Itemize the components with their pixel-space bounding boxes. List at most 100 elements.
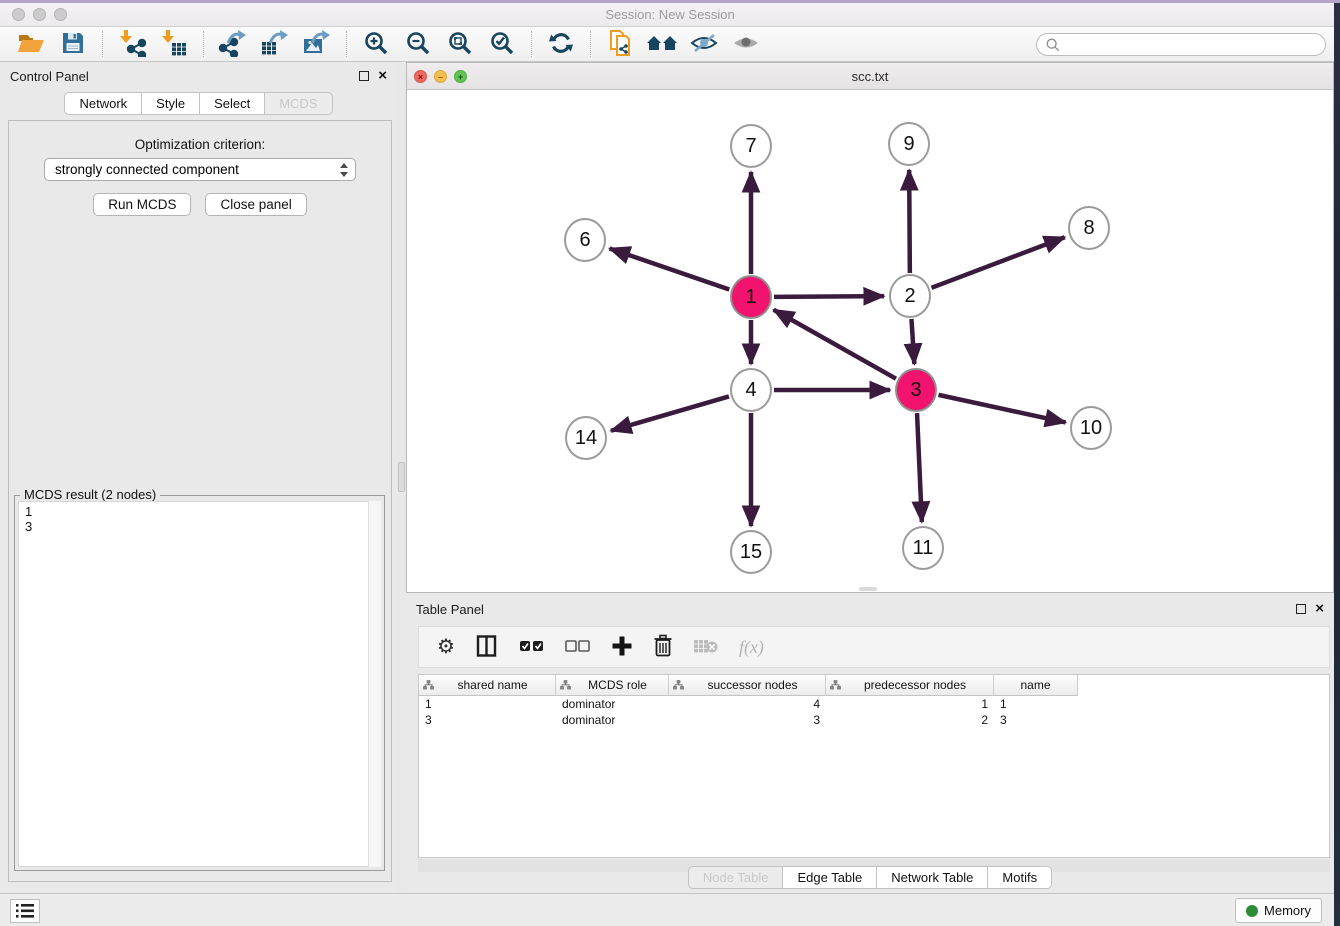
column-header-name[interactable]: name — [994, 675, 1078, 696]
minimize-window-button[interactable] — [33, 8, 46, 21]
graph-node-8[interactable]: 8 — [1068, 206, 1110, 250]
float-panel-icon[interactable] — [359, 71, 369, 81]
select-all-checkboxes-button[interactable] — [519, 632, 545, 662]
graph-node-1[interactable]: 1 — [730, 275, 772, 319]
optimization-criterion-select[interactable]: strongly connected component — [44, 158, 356, 181]
add-row-button[interactable] — [611, 632, 633, 662]
import-network-button[interactable] — [111, 29, 153, 59]
cell-name[interactable]: 3 — [994, 713, 1078, 727]
graph-node-7[interactable]: 7 — [730, 124, 772, 168]
import-table-button[interactable] — [153, 29, 195, 59]
task-history-button[interactable] — [10, 899, 40, 923]
result-scrollbar[interactable] — [368, 501, 381, 867]
tab-motifs[interactable]: Motifs — [988, 866, 1052, 889]
maximize-window-button[interactable] — [54, 8, 67, 21]
cell-MCDS-role[interactable]: dominator — [556, 713, 669, 727]
graph-edge-2-9[interactable] — [909, 170, 910, 273]
mcds-result-list[interactable]: 1 3 — [18, 501, 381, 867]
table-row[interactable]: 1dominator411 — [419, 696, 1329, 712]
zoom-fit-button[interactable] — [439, 29, 481, 59]
list-icon — [16, 904, 34, 918]
graph-node-14[interactable]: 14 — [565, 416, 607, 460]
close-table-panel-icon[interactable]: × — [1315, 604, 1324, 614]
column-header-MCDS-role[interactable]: MCDS role — [556, 675, 669, 696]
search-input[interactable] — [1061, 34, 1325, 55]
search-box[interactable] — [1036, 33, 1326, 56]
network-canvas[interactable]: 7 9 6 8 1 2 4 3 14 10 15 11 — [407, 90, 1333, 592]
cell-predecessor-nodes[interactable]: 1 — [826, 697, 994, 711]
cell-predecessor-nodes[interactable]: 2 — [826, 713, 994, 727]
export-table-button[interactable] — [254, 29, 296, 59]
close-panel-icon[interactable]: × — [378, 71, 387, 81]
graph-edge-3-10[interactable] — [938, 395, 1065, 423]
graph-node-3[interactable]: 3 — [895, 368, 937, 412]
gear-icon: ⚙ — [437, 637, 455, 657]
graph-node-9[interactable]: 9 — [888, 122, 930, 166]
graph-node-4[interactable]: 4 — [730, 368, 772, 412]
network-title: scc.txt — [407, 63, 1333, 90]
deselect-checkboxes-button[interactable] — [565, 632, 591, 662]
memory-button[interactable]: Memory — [1235, 898, 1322, 923]
refresh-button[interactable] — [540, 29, 582, 59]
cell-successor-nodes[interactable]: 3 — [669, 713, 826, 727]
graph-edge-4-14[interactable] — [611, 396, 729, 430]
graph-edge-3-1[interactable] — [774, 310, 896, 379]
add-row-icon — [611, 635, 633, 660]
run-mcds-button[interactable]: Run MCDS — [93, 193, 191, 216]
tab-network[interactable]: Network — [64, 92, 142, 115]
open-file-button[interactable] — [10, 29, 52, 59]
export-network-button[interactable] — [212, 29, 254, 59]
hierarchy-icon — [830, 680, 841, 690]
zoom-selected-button[interactable] — [481, 29, 523, 59]
column-header-shared-name[interactable]: shared name — [419, 675, 556, 696]
column-header-successor-nodes[interactable]: successor nodes — [669, 675, 826, 696]
network-minimize-button[interactable]: – — [434, 70, 447, 83]
float-table-panel-icon[interactable] — [1296, 604, 1306, 614]
hide-selected-icon — [690, 31, 718, 58]
zoom-in-button[interactable] — [355, 29, 397, 59]
node-table[interactable]: shared nameMCDS rolesuccessor nodesprede… — [418, 674, 1330, 858]
tab-edge-table[interactable]: Edge Table — [783, 866, 877, 889]
tab-mcds[interactable]: MCDS — [265, 92, 332, 115]
delete-row-button[interactable] — [653, 632, 673, 662]
graph-node-6[interactable]: 6 — [564, 218, 606, 262]
cell-name[interactable]: 1 — [994, 697, 1078, 711]
cell-shared-name[interactable]: 3 — [419, 713, 556, 727]
graph-edge-3-11[interactable] — [917, 413, 922, 522]
graph-node-15[interactable]: 15 — [730, 530, 772, 574]
cell-successor-nodes[interactable]: 4 — [669, 697, 826, 711]
mcds-result-title: MCDS result (2 nodes) — [20, 487, 160, 502]
tab-style[interactable]: Style — [142, 92, 200, 115]
graph-edge-1-6[interactable] — [610, 248, 730, 289]
table-settings-gear-button[interactable]: ⚙ — [437, 632, 455, 662]
column-header-predecessor-nodes[interactable]: predecessor nodes — [826, 675, 994, 696]
save-session-button[interactable] — [52, 29, 94, 59]
close-window-button[interactable] — [12, 8, 25, 21]
tab-select[interactable]: Select — [200, 92, 265, 115]
graph-edge-2-3[interactable] — [911, 319, 914, 364]
hierarchy-icon — [423, 680, 434, 690]
graph-edge-2-8[interactable] — [932, 237, 1065, 288]
table-row[interactable]: 3dominator323 — [419, 712, 1329, 728]
cell-MCDS-role[interactable]: dominator — [556, 697, 669, 711]
graph-node-10[interactable]: 10 — [1070, 406, 1112, 450]
close-panel-button[interactable]: Close panel — [205, 193, 306, 216]
network-maximize-button[interactable]: + — [454, 70, 467, 83]
vertical-splitter-handle[interactable] — [398, 462, 405, 492]
export-image-button[interactable] — [296, 29, 338, 59]
new-network-from-selection-icon — [606, 29, 634, 60]
graph-edge-1-2[interactable] — [774, 296, 884, 297]
show-all-button[interactable] — [725, 29, 767, 59]
horizontal-splitter-handle[interactable] — [859, 587, 877, 591]
column-layout-button[interactable] — [475, 632, 499, 662]
tab-node-table[interactable]: Node Table — [688, 866, 784, 889]
graph-node-2[interactable]: 2 — [889, 274, 931, 318]
cell-shared-name[interactable]: 1 — [419, 697, 556, 711]
graph-node-11[interactable]: 11 — [902, 526, 944, 570]
new-network-from-selection-button[interactable] — [599, 29, 641, 59]
hierarchy-home-button[interactable] — [641, 29, 683, 59]
tab-network-table[interactable]: Network Table — [877, 866, 988, 889]
network-close-button[interactable]: × — [414, 70, 427, 83]
zoom-out-button[interactable] — [397, 29, 439, 59]
hide-selected-button[interactable] — [683, 29, 725, 59]
